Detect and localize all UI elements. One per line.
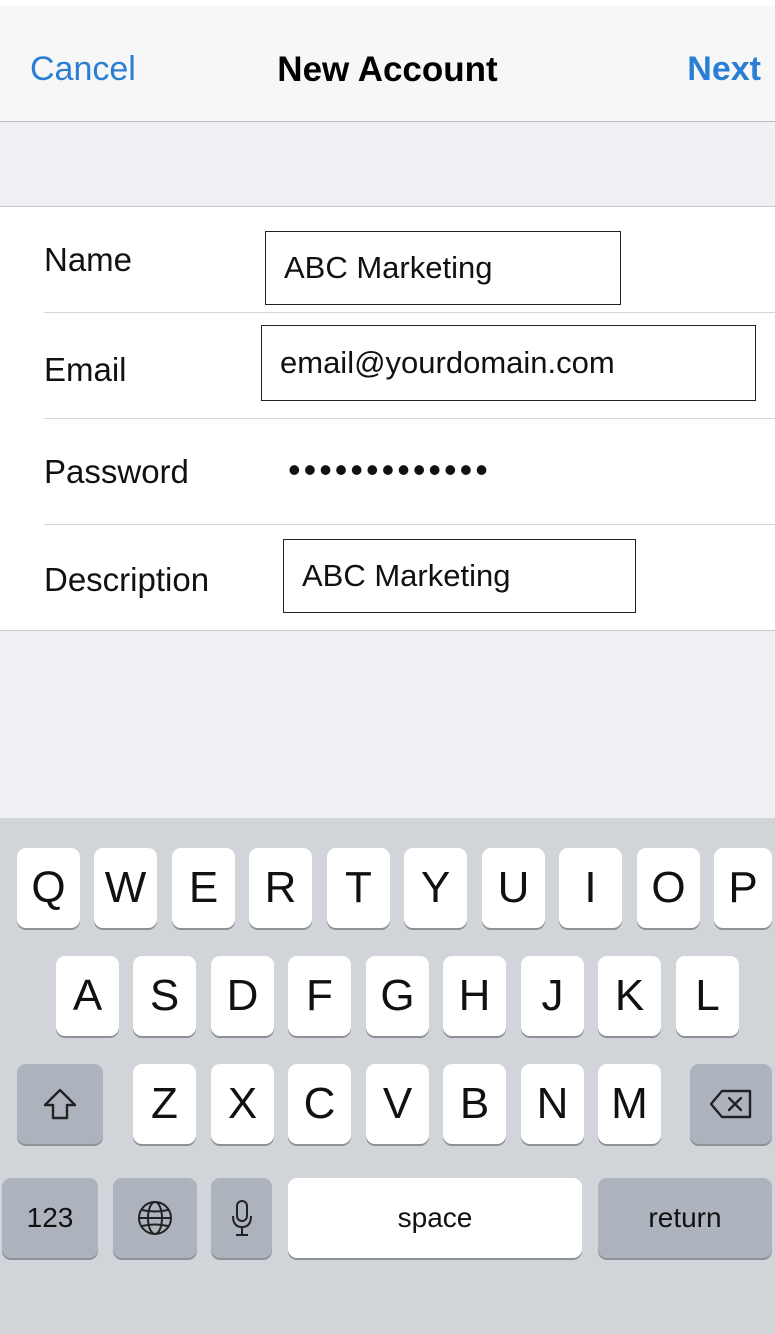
key-h[interactable]: H [443,956,506,1036]
key-v[interactable]: V [366,1064,429,1144]
description-row: Description [0,525,775,631]
email-field[interactable] [261,325,756,401]
key-p[interactable]: P [714,848,772,928]
key-e[interactable]: E [172,848,235,928]
key-m[interactable]: M [598,1064,661,1144]
key-t[interactable]: T [327,848,390,928]
next-button[interactable]: Next [687,50,761,89]
key-b[interactable]: B [443,1064,506,1144]
shift-key[interactable] [17,1064,103,1144]
name-row: Name [0,207,775,313]
microphone-icon [231,1200,252,1236]
globe-key[interactable] [113,1178,197,1258]
account-form: Name Email Password ••••••••••••• Descri… [0,206,775,631]
email-label: Email [44,351,127,388]
numbers-key[interactable]: 123 [2,1178,98,1258]
space-key[interactable]: space [288,1178,582,1258]
return-key[interactable]: return [598,1178,772,1258]
description-field[interactable] [283,539,636,613]
key-f[interactable]: F [288,956,351,1036]
password-field[interactable]: ••••••••••••• [288,449,491,491]
email-row[interactable]: Email [0,313,775,419]
backspace-icon [709,1089,752,1119]
key-n[interactable]: N [521,1064,584,1144]
name-label: Name [44,241,133,278]
delete-key[interactable] [690,1064,772,1144]
page-title: New Account [277,50,498,89]
shift-arrow-icon [43,1088,77,1120]
globe-icon [138,1201,172,1235]
navigation-bar: Cancel New Account Next [0,6,775,122]
key-l[interactable]: L [676,956,739,1036]
password-label: Password [44,453,189,490]
key-y[interactable]: Y [404,848,467,928]
key-d[interactable]: D [211,956,274,1036]
password-row: Password ••••••••••••• [0,419,775,525]
name-field[interactable] [265,231,621,305]
key-o[interactable]: O [637,848,700,928]
key-u[interactable]: U [482,848,545,928]
key-q[interactable]: Q [17,848,80,928]
description-label: Description [44,561,210,598]
key-a[interactable]: A [56,956,119,1036]
key-z[interactable]: Z [133,1064,196,1144]
dictation-key[interactable] [211,1178,272,1258]
keyboard: Q W E R T Y U I O P A S D F G H J K L Z … [0,818,775,1334]
key-s[interactable]: S [133,956,196,1036]
key-x[interactable]: X [211,1064,274,1144]
key-g[interactable]: G [366,956,429,1036]
key-i[interactable]: I [559,848,622,928]
key-c[interactable]: C [288,1064,351,1144]
key-r[interactable]: R [249,848,312,928]
key-j[interactable]: J [521,956,584,1036]
key-k[interactable]: K [598,956,661,1036]
key-w[interactable]: W [94,848,157,928]
